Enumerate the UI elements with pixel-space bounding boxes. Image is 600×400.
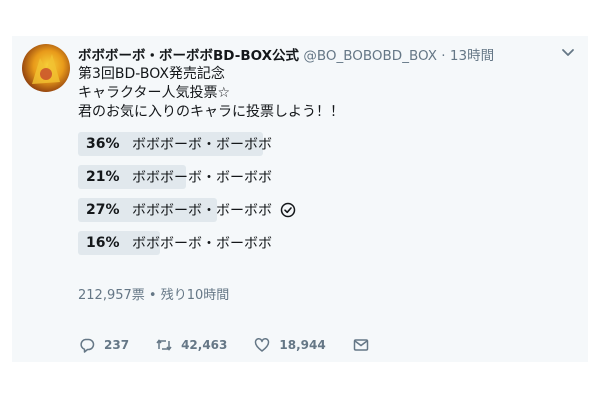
timestamp[interactable]: 13時間 <box>450 48 494 64</box>
poll-percent: 36% <box>86 136 120 152</box>
reply-count: 237 <box>104 338 130 352</box>
poll-label: ボボボーボ・ボーボボ <box>132 170 272 186</box>
message-icon <box>353 339 368 351</box>
check-circle-icon <box>280 202 296 218</box>
retweet-count: 42,463 <box>181 338 228 352</box>
tweet-line: 君のお気に入りのキャラに投票しよう！！ <box>78 104 344 120</box>
chevron-down-icon[interactable] <box>560 44 576 60</box>
poll-label: ボボボーボ・ボーボボ <box>132 137 272 153</box>
poll-percent: 16% <box>86 235 120 251</box>
like-icon <box>255 337 270 352</box>
avatar[interactable] <box>22 44 70 92</box>
tweet-actions: 237 42,463 18,944 <box>78 336 404 354</box>
retweet-icon <box>156 339 172 351</box>
tweet-card: ボボボーボ・ボーボボBD-BOX公式 @BO_BOBOBD_BOX · 13時間… <box>12 36 588 362</box>
poll-label: ボボボーボ・ボーボボ <box>132 236 272 252</box>
poll-option: 36% ボボボーボ・ボーボボ <box>78 132 338 156</box>
reply-button[interactable]: 237 <box>78 336 129 354</box>
poll-percent: 27% <box>86 202 120 218</box>
poll-option: 21% ボボボーボ・ボーボボ <box>78 165 338 189</box>
poll-option: 16% ボボボーボ・ボーボボ <box>78 231 338 255</box>
like-count: 18,944 <box>279 338 326 352</box>
poll-option: 27% ボボボーボ・ボーボボ <box>78 198 338 222</box>
handle[interactable]: @BO_BOBOBD_BOX <box>303 48 437 64</box>
poll: 36% ボボボーボ・ボーボボ 21% ボボボーボ・ボーボボ 27% ボボボーボ・… <box>78 132 338 264</box>
avatar-art <box>32 54 60 84</box>
poll-percent: 21% <box>86 169 120 185</box>
tweet-line: キャラクター人気投票☆ <box>78 85 230 101</box>
poll-summary: 212,957票 • 残り10時間 <box>78 288 230 303</box>
display-name[interactable]: ボボボーボ・ボーボボBD-BOX公式 <box>78 48 299 64</box>
separator-dot: · <box>441 48 446 64</box>
poll-label: ボボボーボ・ボーボボ <box>132 203 272 219</box>
reply-icon <box>80 338 95 353</box>
tweet-text: 第3回BD-BOX発売記念 キャラクター人気投票☆ 君のお気に入りのキャラに投票… <box>78 65 344 122</box>
message-button[interactable] <box>352 336 378 354</box>
retweet-button[interactable]: 42,463 <box>155 336 227 354</box>
tweet-header: ボボボーボ・ボーボボBD-BOX公式 @BO_BOBOBD_BOX · 13時間 <box>78 44 494 64</box>
tweet-line: 第3回BD-BOX発売記念 <box>78 66 225 82</box>
like-button[interactable]: 18,944 <box>253 336 326 354</box>
